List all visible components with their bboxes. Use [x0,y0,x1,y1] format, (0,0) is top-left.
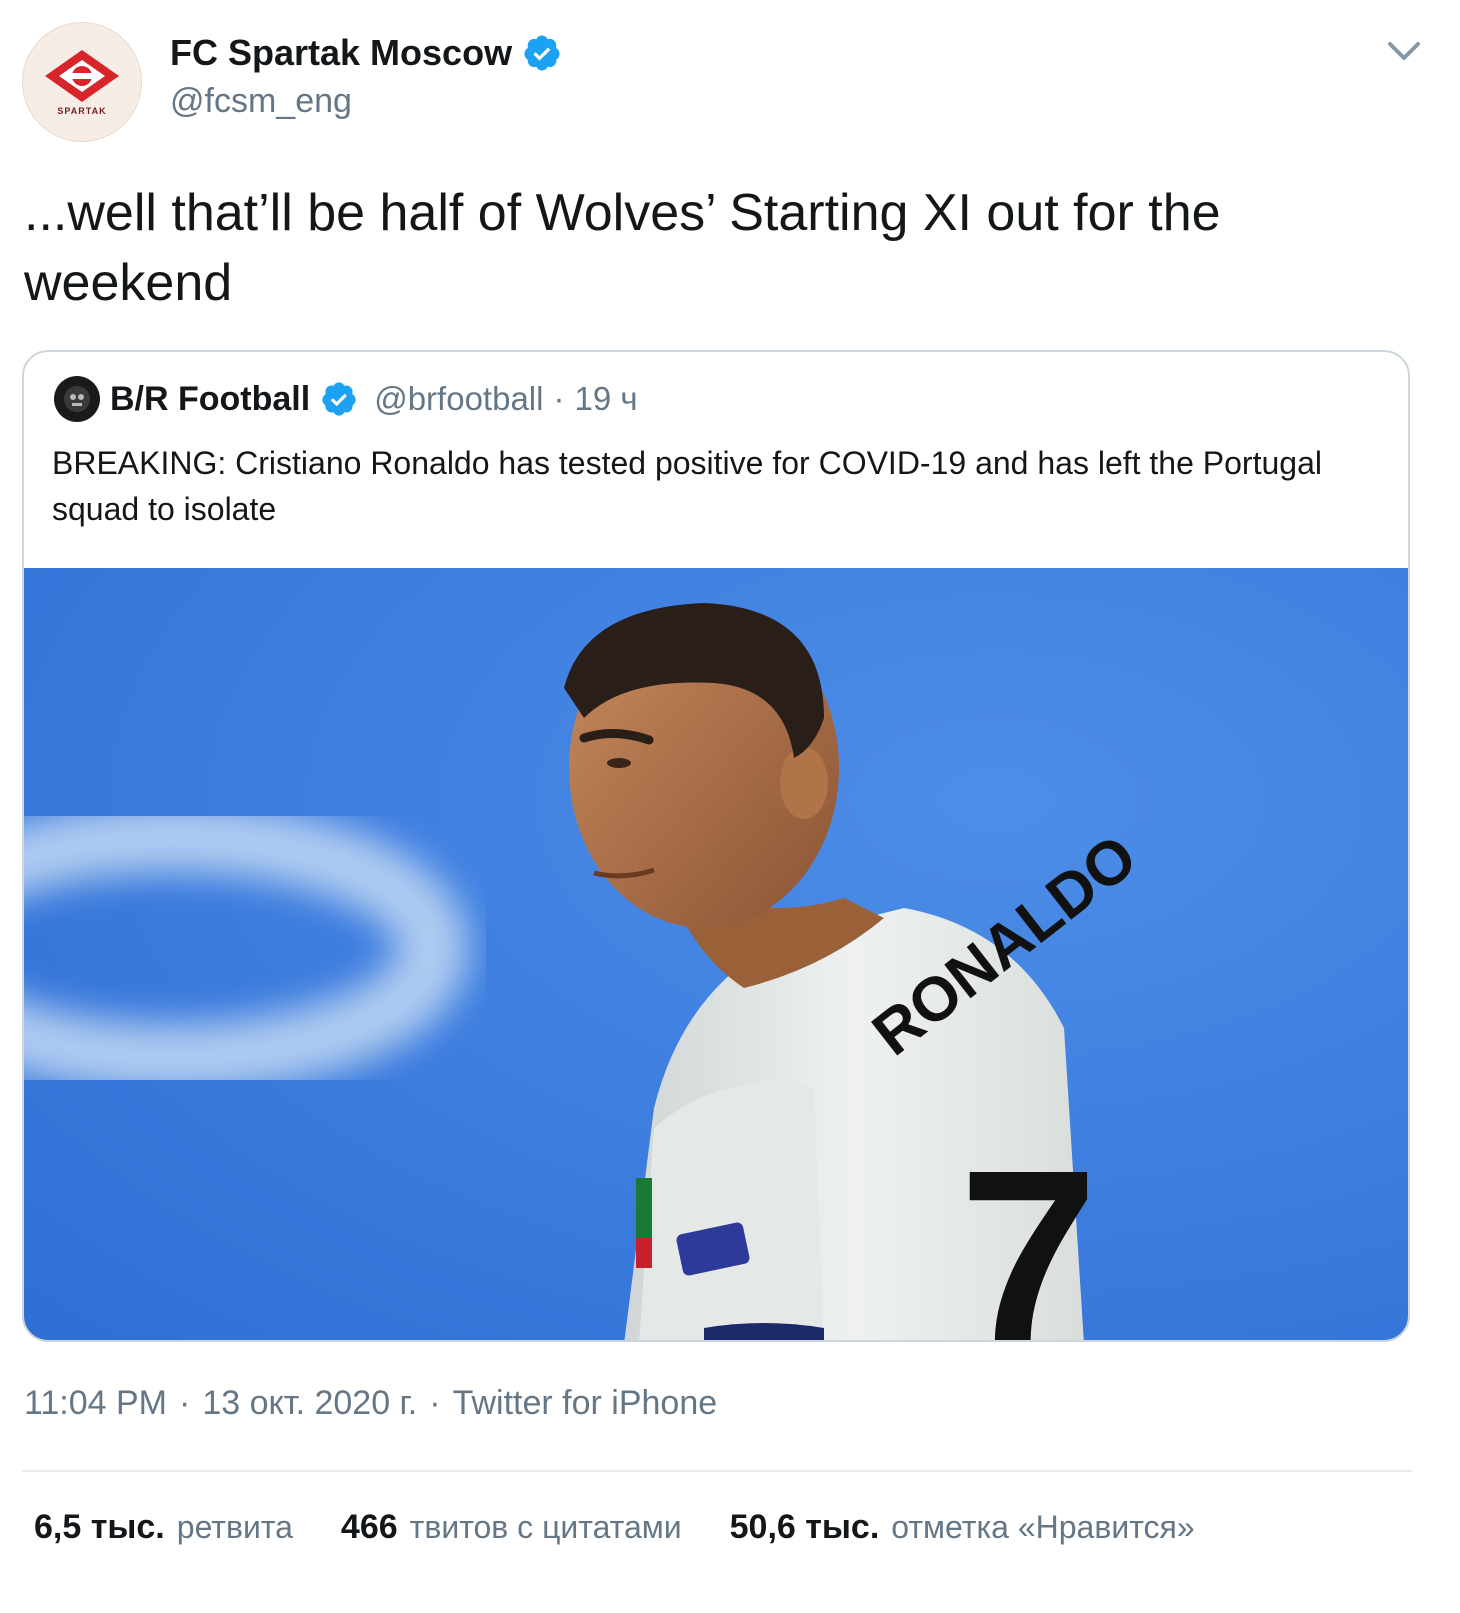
chevron-down-icon[interactable] [1384,36,1424,66]
tweet-container: SPARTAK FC Spartak Moscow @fcsm_eng ...w… [0,0,1460,1613]
likes-label: отметка «Нравится» [891,1509,1195,1545]
br-logo-icon [64,386,90,412]
avatar-text: SPARTAK [57,106,107,116]
author-display-name[interactable]: FC Spartak Moscow [170,32,512,74]
quoted-tweet-media[interactable]: RONALDO 7 [24,568,1408,1342]
quoted-tweet-header: B/R Football @brfootball · 19 ч [54,376,638,422]
verified-badge-icon [322,382,356,416]
quotes-label: твитов с цитатами [409,1509,682,1545]
verified-badge-icon [524,35,560,71]
quoted-author-avatar[interactable] [54,376,100,422]
author-avatar[interactable]: SPARTAK [22,22,142,142]
tweet-text: ...well that’ll be half of Wolves’ Start… [24,184,1221,312]
separator-dot: · [553,380,565,417]
quoted-author-name[interactable]: B/R Football [110,380,310,419]
likes-stat[interactable]: 50,6 тыс. отметка «Нравится» [730,1508,1195,1547]
quotes-count: 466 [340,1508,398,1546]
quoted-tweet-time[interactable]: 19 ч [574,380,637,418]
quoted-author-handle[interactable]: @brfootball [374,380,543,418]
quoted-tweet-card[interactable]: B/R Football @brfootball · 19 ч BREAKING… [22,350,1410,1342]
author-handle[interactable]: @fcsm_eng [170,82,352,121]
likes-count: 50,6 тыс. [729,1508,880,1546]
quotes-stat[interactable]: 466 твитов с цитатами [341,1508,682,1547]
tweet-time[interactable]: 11:04 PM [24,1384,167,1423]
author-name-row[interactable]: FC Spartak Moscow [170,32,562,74]
tweet-source[interactable]: Twitter for iPhone [453,1384,718,1423]
tweet-stats: 6,5 тыс. ретвита 466 твитов с цитатами 5… [34,1508,1195,1547]
ronaldo-photo: RONALDO 7 [24,603,1150,1342]
quoted-tweet-text: BREAKING: Cristiano Ronaldo has tested p… [52,445,1322,527]
spartak-logo-icon [45,50,119,102]
jersey-number: 7 [959,1118,1098,1342]
separator-dot: · [429,1384,441,1422]
separator-dot: · [179,1384,191,1422]
divider [22,1470,1412,1472]
retweets-count: 6,5 тыс. [34,1508,165,1546]
retweets-stat[interactable]: 6,5 тыс. ретвита [34,1508,293,1547]
tweet-date[interactable]: 13 окт. 2020 г. [202,1384,417,1423]
tweet-meta: 11:04 PM · 13 окт. 2020 г. · Twitter for… [24,1384,717,1423]
retweets-label: ретвита [176,1509,293,1545]
